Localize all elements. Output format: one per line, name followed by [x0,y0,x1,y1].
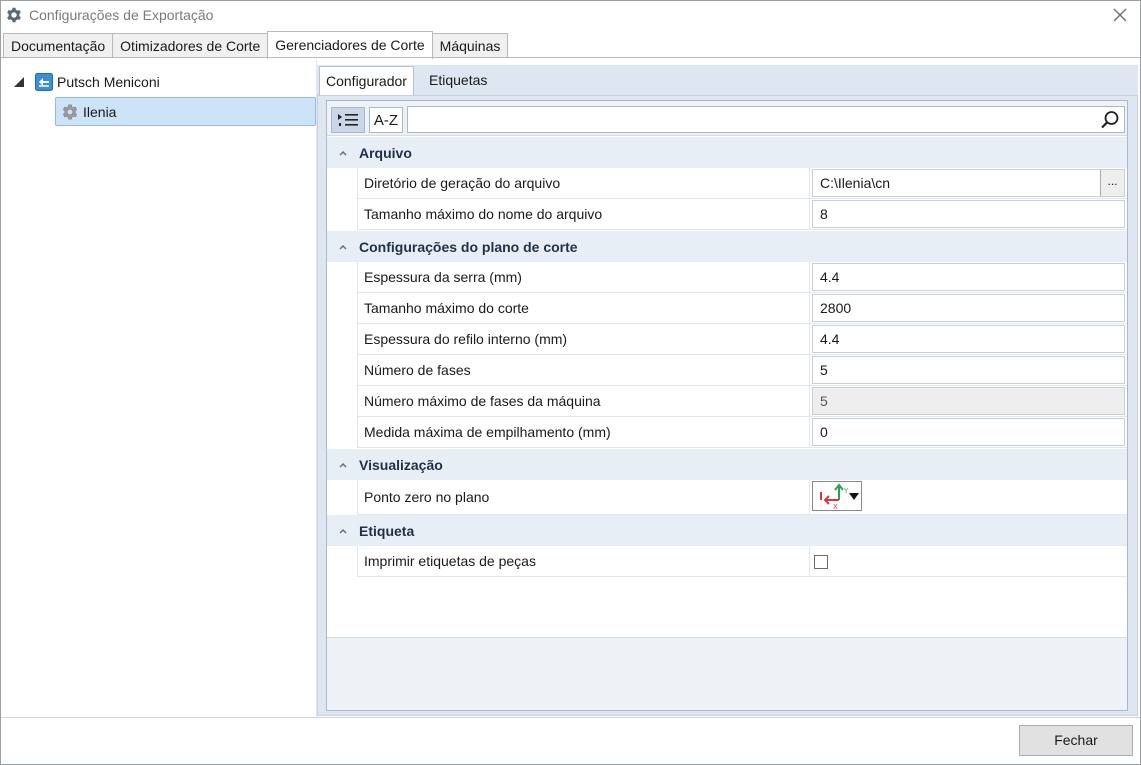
tab-maquinas[interactable]: Máquinas [431,33,509,58]
gear-icon [62,104,78,119]
category-label: Visualização [359,456,443,473]
property-label: Número máximo de fases da máquina [357,386,810,417]
property-row: Tamanho máximo do corte 2800 [357,293,1127,324]
property-grid: A-Z Arquivo Diretório de geração do arqu… [326,100,1128,711]
property-label: Espessura da serra (mm) [357,262,810,293]
settings-panel: Configurador Etiquetas A-Z Arquivo Diret… [317,59,1138,716]
search-icon[interactable] [1100,110,1120,130]
category-visualizacao[interactable]: Visualização [327,449,1127,480]
property-label: Número de fases [357,355,810,386]
sub-tab-strip: Configurador Etiquetas [317,65,1138,96]
category-plano-de-corte[interactable]: Configurações do plano de corte [327,231,1127,262]
tab-otimizadores-de-corte[interactable]: Otimizadores de Corte [112,33,269,58]
tree-node-label: Putsch Meniconi [57,74,160,90]
property-label: Tamanho máximo do corte [357,293,810,324]
output-directory-field[interactable]: C:\Ilenia\cn ... [812,169,1125,197]
expanded-triangle-icon[interactable] [13,76,25,88]
property-label: Ponto zero no plano [357,480,810,515]
tab-documentacao[interactable]: Documentação [3,33,114,58]
chevron-up-icon[interactable] [335,145,351,161]
max-filename-length-field[interactable]: 8 [812,200,1125,228]
property-label: Espessura do refilo interno (mm) [357,324,810,355]
gear-icon [7,7,21,23]
configurador-tab-content: A-Z Arquivo Diretório de geração do arqu… [317,95,1138,716]
max-cut-size-field[interactable]: 2800 [812,294,1125,322]
property-label: Diretório de geração do arquivo [357,168,810,199]
close-icon [1113,8,1127,22]
property-row: Número máximo de fases da máquina 5 [357,386,1127,417]
property-label: Imprimir etiquetas de peças [357,546,810,577]
tree-node-label: Ilenia [83,103,117,120]
property-row: Espessura do refilo interno (mm) 4.4 [357,324,1127,355]
category-arquivo[interactable]: Arquivo [327,137,1127,168]
max-machine-phases-field: 5 [812,387,1125,415]
category-label: Configurações do plano de corte [359,238,578,255]
property-row: Número de fases 5 [357,355,1127,386]
property-row: Espessura da serra (mm) 4.4 [357,262,1127,293]
tab-gerenciadores-de-corte[interactable]: Gerenciadores de Corte [267,31,433,59]
property-label: Tamanho máximo do nome do arquivo [357,199,810,230]
window-title: Configurações de Exportação [29,7,214,23]
tree-node-ilenia[interactable]: Ilenia [55,97,316,126]
export-settings-window: Configurações de Exportação Documentação… [0,0,1141,765]
property-row: Medida máxima de empilhamento (mm) 0 [357,417,1127,448]
property-value: C:\Ilenia\cn [820,175,891,191]
property-row: Tamanho máximo do nome do arquivo 8 [357,199,1127,230]
category-label: Arquivo [359,144,412,161]
phase-count-field[interactable]: 5 [812,356,1125,384]
property-label: Medida máxima de empilhamento (mm) [357,417,810,448]
saw-thickness-field[interactable]: 4.4 [812,263,1125,291]
tree-node-putsch-meniconi[interactable]: Putsch Meniconi [13,68,160,96]
close-window-button[interactable] [1108,4,1132,26]
max-stack-height-field[interactable]: 0 [812,418,1125,446]
category-label: Etiqueta [359,522,415,539]
svg-text:X: X [833,503,838,510]
machine-icon [35,73,53,91]
main-tab-strip: Documentação Otimizadores de Corte Geren… [3,31,509,59]
property-description-area [327,637,1127,710]
browse-button[interactable]: ... [1100,170,1124,196]
chevron-up-icon[interactable] [335,523,351,539]
alphabetical-view-button[interactable]: A-Z [369,107,403,133]
fechar-button[interactable]: Fechar [1019,725,1133,756]
tab-strip-divider [1,57,1140,58]
property-row: Ponto zero no plano Y X [357,480,1127,515]
categorized-view-button[interactable] [331,107,365,133]
categorized-icon [338,114,358,126]
property-grid-toolbar: A-Z [327,101,1127,136]
zero-point-dropdown[interactable]: Y X [812,481,862,511]
property-row: Imprimir etiquetas de peças [357,546,1127,577]
tab-etiquetas[interactable]: Etiquetas [423,66,493,95]
inner-trim-thickness-field[interactable]: 4.4 [812,325,1125,353]
tab-configurador[interactable]: Configurador [319,66,414,96]
axis-origin-icon: Y X [820,483,849,510]
machine-tree: Putsch Meniconi Ilenia [3,59,316,716]
chevron-up-icon[interactable] [335,457,351,473]
chevron-down-icon [849,493,859,500]
property-row: Diretório de geração do arquivo C:\Ileni… [357,168,1127,199]
print-labels-checkbox[interactable] [814,555,828,569]
title-bar: Configurações de Exportação [1,1,1140,31]
footer-divider [1,717,1140,718]
category-etiqueta[interactable]: Etiqueta [327,515,1127,546]
property-search-input[interactable] [407,106,1125,133]
chevron-up-icon[interactable] [335,239,351,255]
